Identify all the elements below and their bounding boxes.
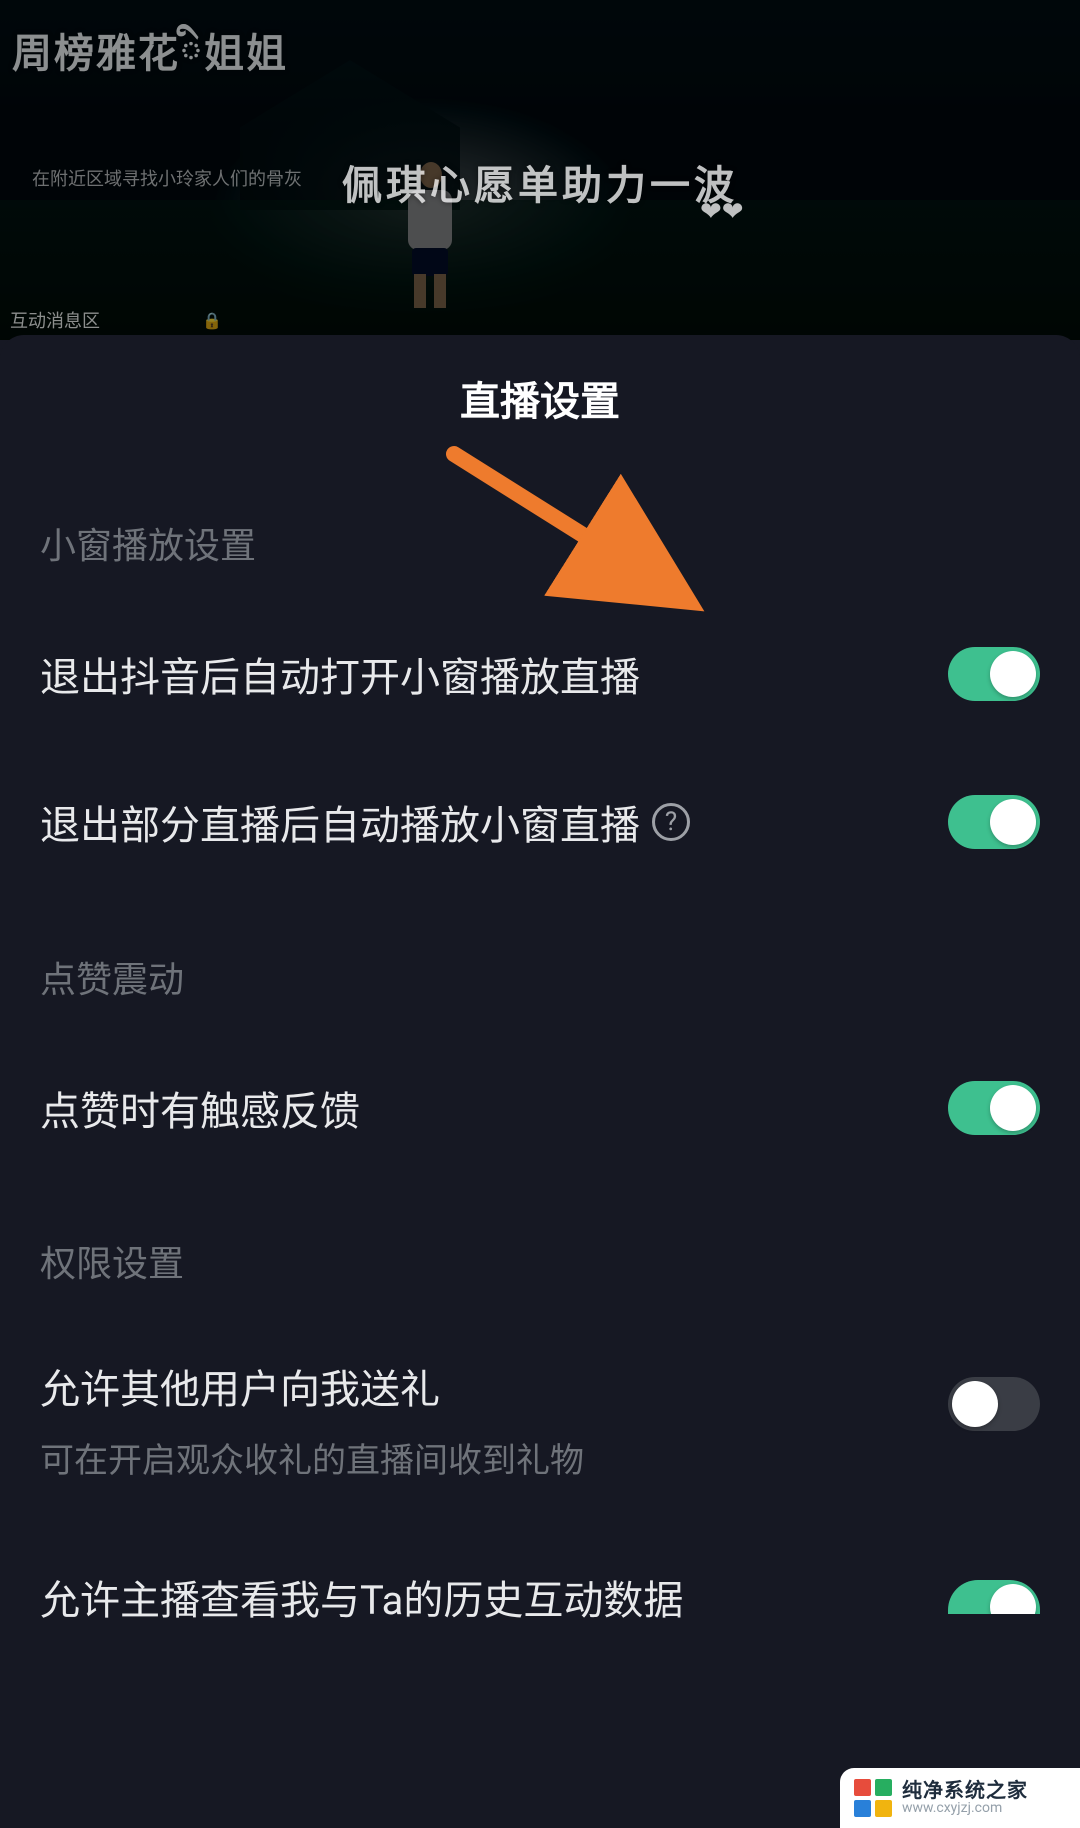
live-overlay: 周榜雅花ི姐姐 在附近区域寻找小玲家人们的骨灰 佩琪心愿单助力一波 ❤❤ 互动消… xyxy=(0,0,1080,340)
toggle-mini-exit-app[interactable] xyxy=(948,647,1040,701)
section-header-permissions: 权限设置 xyxy=(40,1235,1040,1287)
chat-area-header: 互动消息区 🔒 xyxy=(10,307,1080,333)
setting-row-allow-history: 允许主播查看我与Ta的历史互动数据 xyxy=(40,1568,1040,1626)
sheet-title: 直播设置 xyxy=(40,335,1040,427)
setting-row-allow-gift: 允许其他用户向我送礼 可在开启观众收礼的直播间收到礼物 xyxy=(40,1357,1040,1482)
setting-label: 允许主播查看我与Ta的历史互动数据 xyxy=(40,1568,683,1626)
setting-label: 点赞时有触感反馈 xyxy=(40,1079,360,1137)
watermark-logo-icon xyxy=(854,1779,892,1817)
watermark-title: 纯净系统之家 xyxy=(902,1780,1028,1801)
setting-label: 允许其他用户向我送礼 xyxy=(40,1357,584,1415)
help-icon[interactable]: ? xyxy=(652,803,690,841)
setting-label-text: 退出部分直播后自动播放小窗直播 xyxy=(40,793,640,851)
section-header-mini-window: 小窗播放设置 xyxy=(40,517,1040,569)
setting-sublabel: 可在开启观众收礼的直播间收到礼物 xyxy=(40,1433,584,1482)
rank-title: 周榜雅花ི姐姐 xyxy=(12,8,1080,121)
section-header-like-vibration: 点赞震动 xyxy=(40,951,1040,1003)
heart-icon: ❤❤ xyxy=(700,197,1080,227)
live-settings-sheet: 直播设置 小窗播放设置 退出抖音后自动打开小窗播放直播 退出部分直播后自动播放小… xyxy=(0,335,1080,1828)
toggle-like-haptic[interactable] xyxy=(948,1081,1040,1135)
toggle-allow-gift[interactable] xyxy=(948,1377,1040,1431)
setting-row-mini-exit-room: 退出部分直播后自动播放小窗直播 ? xyxy=(40,793,1040,851)
lock-icon: 🔒 xyxy=(202,311,222,330)
toggle-allow-history[interactable] xyxy=(948,1580,1040,1614)
watermark: 纯净系统之家 www.cxyjzj.com xyxy=(840,1768,1080,1828)
toggle-mini-exit-room[interactable] xyxy=(948,795,1040,849)
setting-label: 退出抖音后自动打开小窗播放直播 xyxy=(40,645,640,703)
app-root: 周榜雅花ི姐姐 在附近区域寻找小玲家人们的骨灰 佩琪心愿单助力一波 ❤❤ 互动消… xyxy=(0,0,1080,1828)
setting-row-like-haptic: 点赞时有触感反馈 xyxy=(40,1079,1040,1137)
setting-label: 退出部分直播后自动播放小窗直播 ? xyxy=(40,793,690,851)
watermark-url: www.cxyjzj.com xyxy=(902,1801,1028,1816)
setting-row-mini-exit-app: 退出抖音后自动打开小窗播放直播 xyxy=(40,645,1040,703)
chat-area-title: 互动消息区 xyxy=(10,307,100,333)
